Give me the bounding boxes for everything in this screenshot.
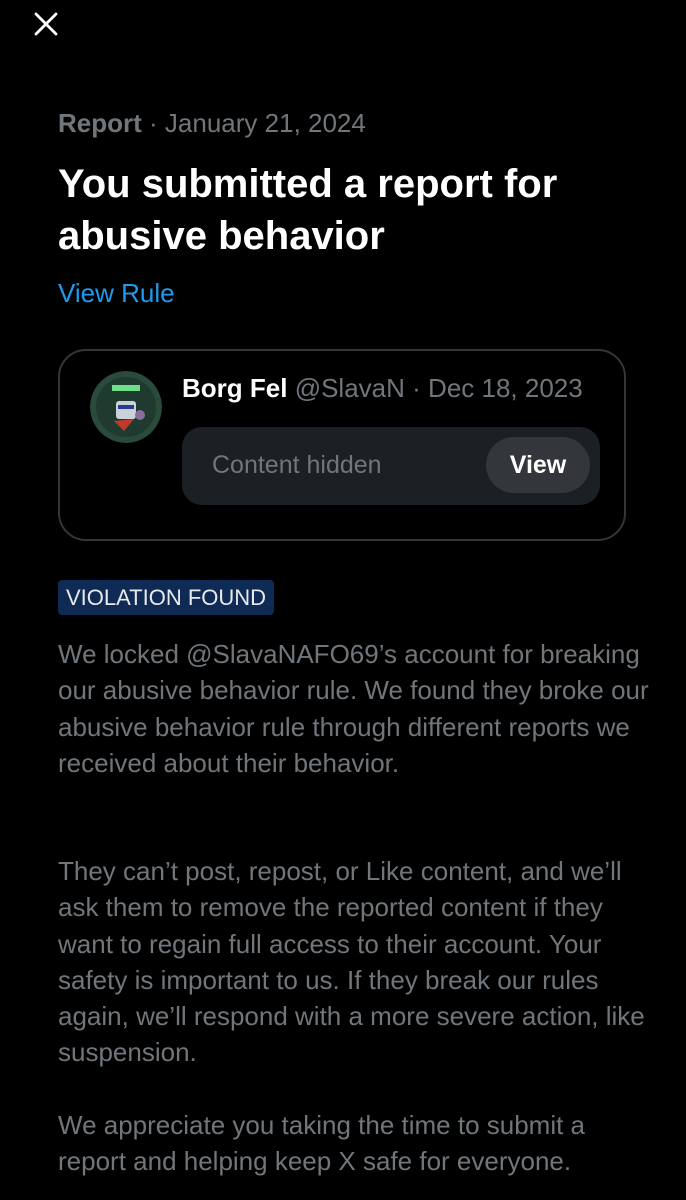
close-button[interactable] (30, 8, 62, 40)
avatar-image (90, 371, 162, 443)
status-badge: VIOLATION FOUND (58, 580, 275, 615)
violation-paragraph-2: They can’t post, repost, or Like content… (58, 856, 645, 1068)
violation-paragraph-1: We locked @SlavaNAFO69’s account for bre… (58, 639, 649, 778)
content-hidden-label: Content hidden (212, 451, 382, 479)
author-handle[interactable]: @SlavaN (295, 373, 405, 403)
violation-paragraph-3: We appreciate you taking the time to sub… (58, 1110, 586, 1177)
close-icon (34, 12, 58, 36)
hidden-content-box: Content hidden View (182, 427, 600, 505)
post-date: Dec 18, 2023 (428, 373, 583, 403)
author-name[interactable]: Borg Fel (182, 373, 287, 403)
post-separator: · (412, 373, 421, 403)
report-label: Report (58, 108, 142, 138)
meta-separator: · (149, 108, 158, 138)
report-meta: Report · January 21, 2024 (58, 108, 366, 139)
view-button[interactable]: View (486, 437, 590, 493)
reported-post-card: Borg Fel @SlavaN · Dec 18, 2023 Content … (58, 349, 626, 541)
page-title: You submitted a report for abusive behav… (58, 162, 558, 258)
view-rule-link[interactable]: View Rule (58, 278, 175, 309)
post-header: Borg Fel @SlavaN · Dec 18, 2023 (182, 373, 583, 404)
avatar[interactable] (90, 371, 162, 443)
report-date: January 21, 2024 (164, 108, 366, 138)
